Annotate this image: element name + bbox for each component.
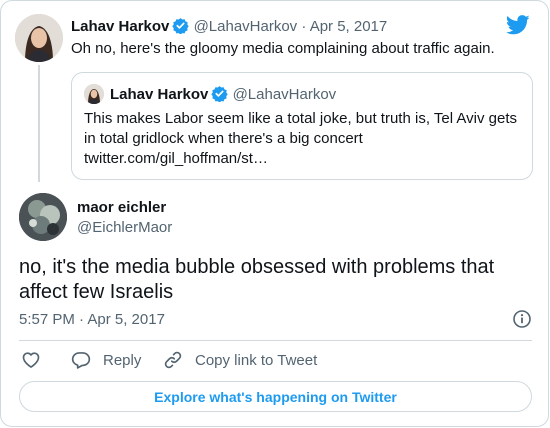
- quoted-tweet[interactable]: Lahav Harkov @LahavHarkov This makes Lab…: [71, 72, 533, 180]
- avatar[interactable]: [15, 14, 63, 62]
- author-handle[interactable]: @EichlerMaor: [77, 219, 172, 236]
- quoted-author-name: Lahav Harkov: [110, 86, 209, 103]
- verified-badge-icon: [211, 85, 229, 106]
- quoted-text-line: in total gridlock when there's a big con…: [84, 130, 363, 147]
- quoted-avatar: [84, 84, 104, 104]
- verified-badge-icon: [172, 17, 190, 38]
- avatar[interactable]: [19, 193, 67, 241]
- parent-tweet-header: Lahav Harkov @LahavHarkov · Apr 5, 2017: [71, 17, 387, 38]
- separator: ·: [301, 18, 307, 35]
- quoted-tweet-header: Lahav Harkov @LahavHarkov: [110, 85, 336, 106]
- like-button[interactable]: [21, 350, 41, 370]
- tweet-text: no, it's the media bubble obsessed with …: [19, 255, 494, 305]
- author-handle[interactable]: @LahavHarkov: [194, 18, 298, 35]
- tweet-timestamp[interactable]: 5:57 PM · Apr 5, 2017: [19, 311, 165, 328]
- twitter-bird-icon[interactable]: [505, 15, 530, 40]
- quoted-text-line: This makes Labor seem like a total joke,…: [84, 110, 517, 127]
- divider: [19, 340, 532, 341]
- link-icon: [163, 350, 183, 370]
- quoted-link[interactable]: twitter.com/gil_hoffman/st…: [84, 149, 524, 169]
- copy-link-label: Copy link to Tweet: [195, 351, 318, 369]
- tweet-text-line: affect few Israelis: [19, 281, 174, 303]
- author-name[interactable]: maor eichler: [77, 199, 166, 216]
- tweet-embed-card: Lahav Harkov @LahavHarkov · Apr 5, 2017 …: [0, 0, 549, 427]
- tweet-date[interactable]: Apr 5, 2017: [310, 18, 388, 35]
- heart-icon: [21, 350, 41, 370]
- author-name[interactable]: Lahav Harkov: [71, 18, 169, 35]
- parent-tweet-text: Oh no, here's the gloomy media complaini…: [71, 40, 495, 57]
- explore-twitter-button[interactable]: Explore what's happening on Twitter: [19, 381, 532, 412]
- reply-button[interactable]: Reply: [71, 350, 141, 370]
- info-icon[interactable]: [512, 309, 532, 334]
- reply-bubble-icon: [71, 350, 91, 370]
- quoted-tweet-text: This makes Labor seem like a total joke,…: [84, 109, 524, 169]
- thread-connector: [38, 65, 40, 182]
- tweet-text-line: no, it's the media bubble obsessed with …: [19, 256, 495, 278]
- quoted-author-handle: @LahavHarkov: [232, 86, 337, 103]
- copy-link-button[interactable]: Copy link to Tweet: [163, 350, 317, 370]
- reply-label: Reply: [103, 351, 142, 369]
